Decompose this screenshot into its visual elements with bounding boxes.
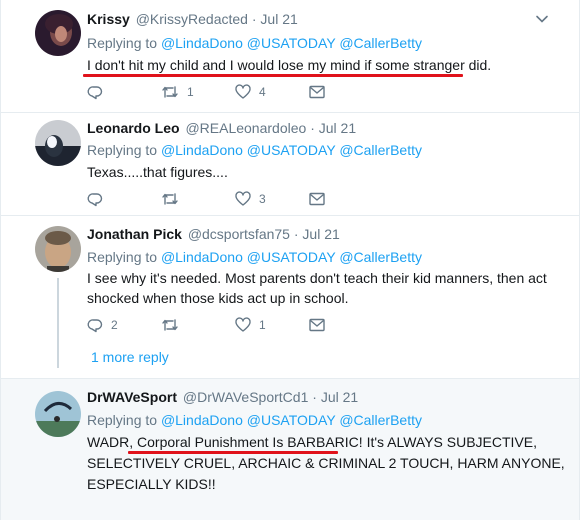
like-count: 1	[259, 318, 266, 332]
annotation-underline	[128, 451, 338, 454]
mention-link[interactable]: @CallerBetty	[339, 142, 422, 158]
retweet-count: 1	[187, 85, 194, 99]
replying-to-label: Replying to	[87, 249, 158, 265]
tweet-header: DrWAVeSport @DrWAVeSportCd1 · Jul 21	[87, 389, 358, 405]
direct-message-button[interactable]	[309, 315, 325, 335]
tweet-text: I don't hit my child and I would lose my…	[87, 55, 491, 75]
timestamp[interactable]: Jul 21	[302, 226, 339, 242]
username[interactable]: @KrissyRedacted	[136, 11, 248, 27]
replying-to: Replying to @LindaDono @USATODAY @Caller…	[87, 142, 422, 158]
direct-message-button[interactable]	[309, 189, 325, 209]
like-button[interactable]: 4	[235, 82, 266, 102]
username[interactable]: @DrWAVeSportCd1	[183, 389, 308, 405]
display-name[interactable]: Krissy	[87, 11, 130, 27]
tweet-text: WADR, Corporal Punishment Is BARBARIC! I…	[87, 432, 565, 495]
timestamp[interactable]: Jul 21	[321, 389, 358, 405]
retweet-icon	[162, 193, 178, 205]
heart-icon	[235, 84, 251, 99]
replying-to: Replying to @LindaDono @USATODAY @Caller…	[87, 412, 422, 428]
more-replies-link[interactable]: 1 more reply	[91, 349, 169, 365]
tweet-text-line: WADR, Corporal Punishment Is BARBARIC! I…	[87, 434, 538, 450]
avatar[interactable]	[35, 391, 81, 437]
retweet-button[interactable]	[161, 315, 187, 335]
display-name[interactable]: Jonathan Pick	[87, 226, 182, 242]
timestamp[interactable]: Jul 21	[260, 11, 297, 27]
retweet-icon	[162, 86, 178, 98]
reply-icon	[87, 86, 103, 100]
display-name[interactable]: DrWAVeSport	[87, 389, 177, 405]
envelope-icon	[309, 85, 325, 99]
heart-icon	[235, 317, 251, 332]
tweet-text-line: I see why it's needed. Most parents don'…	[87, 270, 547, 286]
username[interactable]: @dcsportsfan75	[188, 226, 290, 242]
reply-button[interactable]	[87, 189, 111, 209]
separator-dot: ·	[293, 226, 299, 242]
tweet-jonathan[interactable]: Jonathan Pick @dcsportsfan75 · Jul 21 Re…	[1, 216, 579, 379]
mention-link[interactable]: @LindaDono	[161, 412, 243, 428]
tweet-text-line: shocked when those kids act up in school…	[87, 290, 349, 306]
replying-to-label: Replying to	[87, 35, 158, 51]
separator-dot: ·	[310, 120, 315, 136]
avatar[interactable]	[35, 120, 81, 166]
tweet-text: Texas.....that figures....	[87, 162, 228, 182]
envelope-icon	[309, 192, 325, 206]
replies-feed: Krissy @KrissyRedacted · Jul 21 Replying…	[0, 0, 580, 520]
mention-link[interactable]: @LindaDono	[161, 249, 243, 265]
tweet-header: Jonathan Pick @dcsportsfan75 · Jul 21	[87, 226, 340, 242]
like-button[interactable]: 3	[235, 189, 266, 209]
display-name[interactable]: Leonardo Leo	[87, 120, 180, 136]
envelope-icon	[309, 318, 325, 332]
tweet-text-line: Texas.....that figures....	[87, 164, 228, 180]
thread-connector	[57, 278, 59, 368]
direct-message-button[interactable]	[309, 82, 325, 102]
retweet-button[interactable]: 1	[161, 82, 194, 102]
like-count: 3	[259, 192, 266, 206]
reply-button[interactable]	[87, 82, 111, 102]
reply-count: 2	[111, 318, 118, 332]
mention-link[interactable]: @USATODAY	[247, 142, 336, 158]
mention-link[interactable]: @CallerBetty	[339, 35, 422, 51]
reply-icon	[87, 193, 103, 207]
tweet-text: I see why it's needed. Most parents don'…	[87, 268, 547, 308]
mention-link[interactable]: @CallerBetty	[339, 249, 422, 265]
mention-link[interactable]: @LindaDono	[161, 35, 243, 51]
replying-to: Replying to @LindaDono @USATODAY @Caller…	[87, 249, 422, 265]
tweet-drwavesport[interactable]: DrWAVeSport @DrWAVeSportCd1 · Jul 21 Rep…	[1, 379, 579, 520]
avatar[interactable]	[35, 10, 81, 56]
avatar[interactable]	[35, 226, 81, 272]
tweet-text-line: ESPECIALLY KIDS!!	[87, 476, 216, 492]
replying-to-label: Replying to	[87, 412, 158, 428]
reply-icon	[87, 319, 103, 333]
mention-link[interactable]: @CallerBetty	[339, 412, 422, 428]
mention-link[interactable]: @USATODAY	[247, 35, 336, 51]
retweet-button[interactable]	[161, 189, 187, 209]
tweet-krissy[interactable]: Krissy @KrissyRedacted · Jul 21 Replying…	[1, 0, 579, 113]
tweet-header: Krissy @KrissyRedacted · Jul 21	[87, 11, 298, 27]
separator-dot: ·	[251, 11, 257, 27]
retweet-icon	[162, 319, 178, 331]
mention-link[interactable]: @USATODAY	[247, 412, 336, 428]
like-button[interactable]: 1	[235, 315, 266, 335]
tweet-text-line: I don't hit my child and I would lose my…	[87, 57, 492, 73]
replying-to-label: Replying to	[87, 142, 158, 158]
mention-link[interactable]: @USATODAY	[247, 249, 336, 265]
chevron-down-icon[interactable]	[535, 12, 549, 26]
username[interactable]: @REALeonardoleo	[185, 120, 306, 136]
tweet-leonardo[interactable]: Leonardo Leo @REALeonardoleo · Jul 21 Re…	[1, 113, 579, 216]
tweet-header: Leonardo Leo @REALeonardoleo · Jul 21	[87, 120, 356, 136]
separator-dot: ·	[312, 389, 317, 405]
mention-link[interactable]: @LindaDono	[161, 142, 243, 158]
like-count: 4	[259, 85, 266, 99]
reply-button[interactable]: 2	[87, 315, 118, 335]
annotation-underline	[83, 74, 463, 77]
heart-icon	[235, 191, 251, 206]
tweet-text-line: SELECTIVELY CRUEL, ARCHAIC & CRIMINAL 2 …	[87, 455, 565, 471]
replying-to: Replying to @LindaDono @USATODAY @Caller…	[87, 35, 422, 51]
timestamp[interactable]: Jul 21	[319, 120, 356, 136]
